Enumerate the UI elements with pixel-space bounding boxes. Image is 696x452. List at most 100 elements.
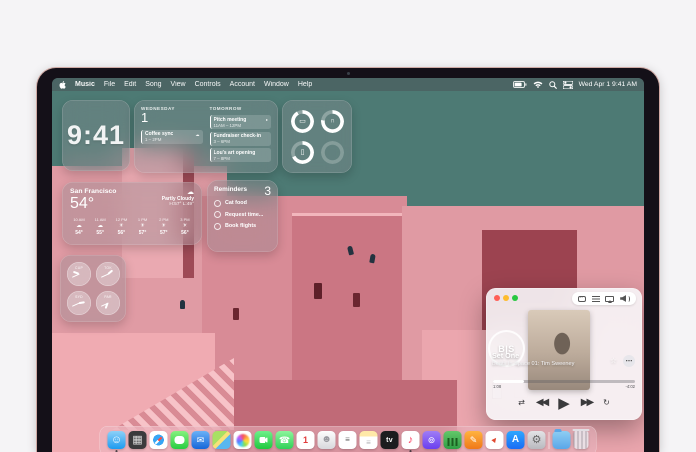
rocket-app-dock-icon[interactable]: ▲ [485,431,504,449]
menubar-item[interactable]: Help [298,81,312,88]
calendar-tomorrow-label: TOMORROW [209,106,242,111]
progress-fill [493,380,525,383]
track-subtitle: Beats In Space 01: Tim Sweeney [492,361,575,367]
queue-icon[interactable] [591,295,600,302]
calendar-event[interactable]: Lou's art opening 7 – 8PM [209,148,271,162]
app-menus: Music File Edit Song View Controls Accou… [75,81,312,88]
hour-temp: 57° [138,229,147,236]
screen: Music File Edit Song View Controls Accou… [52,78,644,452]
clock-widget[interactable]: 9:41 [62,100,130,171]
calendar-day-label: WEDNESDAY [141,106,175,111]
trash-dock-icon[interactable] [572,429,590,449]
battery-icon[interactable] [512,81,527,88]
pages-dock-icon[interactable]: ✎ [464,431,483,449]
mouse-battery-ring: ▯ [291,140,314,164]
menubar-item[interactable]: Song [145,81,161,88]
volume-icon[interactable] [620,295,631,302]
minimize-window-button[interactable] [503,295,509,301]
event-icon: ☁ [195,131,200,137]
menubar-item[interactable]: View [171,81,186,88]
more-options-button[interactable]: ⋯ [623,355,635,367]
event-time: 7 – 8PM [213,155,230,161]
menubar-item[interactable]: Account [230,81,255,88]
shuffle-button[interactable]: ⇄ [518,399,525,407]
laptop-device: Music File Edit Song View Controls Accou… [36,67,660,452]
contacts-dock-icon[interactable]: ☻ [317,431,336,449]
lyrics-icon[interactable] [577,295,586,302]
photos-dock-icon[interactable] [233,431,252,449]
world-clock-city: SYD [75,295,83,299]
event-time: 3 – 6PM [213,139,230,144]
search-icon[interactable] [548,80,557,89]
doorway [353,293,360,307]
reminders-dock-icon[interactable]: ≡ [338,431,357,449]
apple-menu-icon[interactable] [59,80,66,89]
world-clock-face: TOK [96,262,120,286]
facetime-dock-icon[interactable] [254,431,273,449]
finder-dock-icon[interactable]: ☺ [107,431,126,452]
batteries-widget[interactable]: ▭ ∩ ▯ [282,100,352,173]
settings-dock-icon[interactable]: ⚙ [527,431,546,449]
reminder-item[interactable]: Book flights [214,222,271,230]
weather-widget[interactable]: San Francisco 54° ☁ Partly Cloudy H:57° … [62,182,202,245]
reminders-count: 3 [264,184,271,198]
play-button[interactable]: ▶ [558,396,570,411]
mail-dock-icon[interactable]: ✉ [191,431,210,449]
notes-dock-icon[interactable]: ≡ [359,431,378,449]
menubar-clock[interactable]: Wed Apr 1 9:41 AM [579,81,637,88]
person-silhouette [180,300,185,309]
weather-high-low: H:57° L:49° [169,202,194,207]
chart-app-dock-icon[interactable] [443,431,462,449]
world-clock-widget[interactable]: CUP TOK SYD PAR [60,255,126,322]
favorite-star-button[interactable]: ☆ [610,356,617,365]
calendar-widget[interactable]: WEDNESDAY 1 Coffee sync ☁ 1 – 2PM TOMORR… [134,100,278,173]
doorway [314,283,322,299]
reminder-item[interactable]: Request time... [214,211,271,219]
close-window-button[interactable] [494,295,500,301]
hour-temp: 56° [181,229,189,236]
weather-condition-icon: ☁ [97,222,103,229]
menubar-item[interactable]: Music [75,81,95,88]
reminder-checkbox-ring[interactable] [214,222,221,230]
safari-dock-icon[interactable] [149,431,168,449]
downloads-folder-dock-icon[interactable] [552,429,571,449]
previous-button[interactable]: ◀◀ [536,398,549,408]
maps-dock-icon[interactable] [212,431,231,449]
menubar-item[interactable]: Window [264,81,289,88]
calendar-event[interactable]: Fundraiser check-in 3 – 6PM [209,131,271,146]
wifi-icon[interactable] [533,81,543,88]
weather-city: San Francisco [70,188,117,195]
event-time: 11AM – 12PM [213,122,242,128]
calendar-event[interactable]: Coffee sync ☁ 1 – 2PM [141,129,203,144]
event-time: 1 – 2PM [145,137,162,143]
today-events: Coffee sync ☁ 1 – 2PM [141,129,203,144]
calendar-dock-icon[interactable]: 1 [296,431,315,449]
phone-dock-icon[interactable]: ☎ [275,431,294,449]
music-dock-icon[interactable]: ♪ [401,431,420,452]
reminder-checkbox-ring[interactable] [214,211,221,219]
menubar-item[interactable]: File [104,81,115,88]
hourly-forecast-item: 12 PM ☀ 56° [112,217,130,236]
messages-dock-icon[interactable] [170,431,189,449]
repeat-button[interactable]: ↻ [603,399,610,407]
tomorrow-events: Pitch meeting ▸ 11AM – 12PM Fundraiser c… [209,115,271,162]
reminders-widget[interactable]: Reminders 3 Cat food Request time... Boo… [207,180,278,252]
zoom-window-button[interactable] [512,295,518,301]
menubar-item[interactable]: Controls [195,81,221,88]
app-store-dock-icon[interactable]: A [506,431,525,449]
calendar-event[interactable]: Pitch meeting ▸ 11AM – 12PM [209,115,271,129]
hour-temp: 54° [75,229,83,236]
track-title: Set One [492,351,520,360]
next-button[interactable]: ▶▶ [581,398,594,408]
airplay-icon[interactable] [605,295,615,303]
reminders-title: Reminders [214,186,248,193]
launchpad-dock-icon[interactable]: ▦ [128,431,147,449]
progress-bar[interactable] [493,380,635,383]
reminder-checkbox-ring[interactable] [214,199,221,207]
control-center-icon[interactable] [562,80,573,89]
podcasts-dock-icon[interactable]: ⊚ [422,431,441,449]
reminder-item[interactable]: Cat food [214,199,271,207]
apple-tv-dock-icon[interactable]: tv [380,431,399,449]
menubar-item[interactable]: Edit [124,81,136,88]
menu-bar: Music File Edit Song View Controls Accou… [52,78,644,91]
